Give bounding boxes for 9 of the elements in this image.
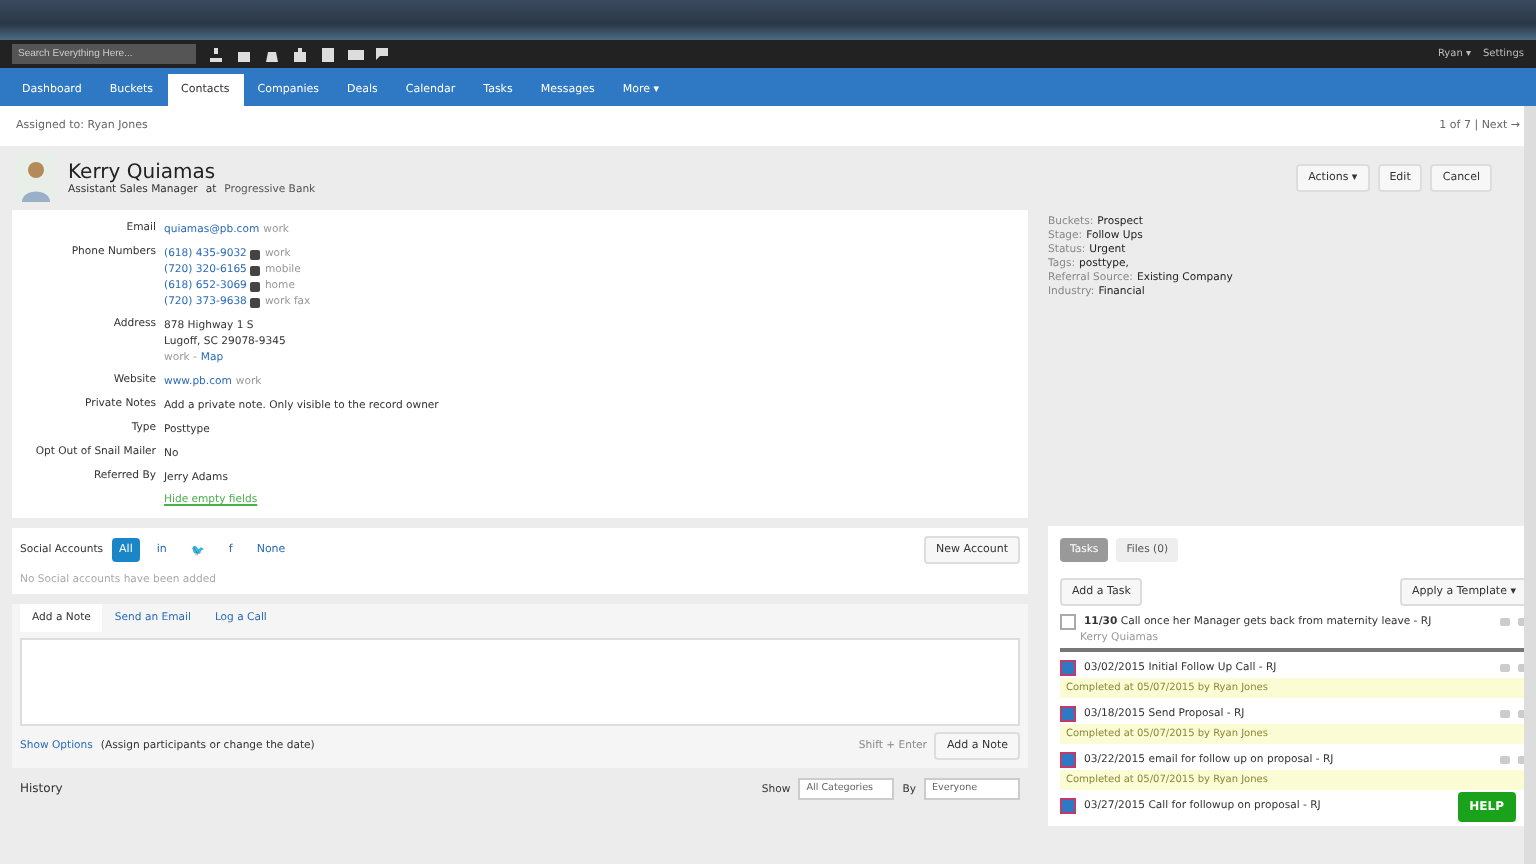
- task-checkbox[interactable]: [1060, 660, 1076, 676]
- note-field[interactable]: [20, 638, 1020, 726]
- task-checkbox[interactable]: [1060, 752, 1076, 768]
- task-checkbox[interactable]: [1060, 614, 1076, 630]
- chat-icon[interactable]: [376, 46, 392, 62]
- task-checkbox[interactable]: [1060, 706, 1076, 722]
- contact-name: Kerry Quiamas: [68, 161, 218, 183]
- briefcase-icon[interactable]: [292, 46, 308, 62]
- task-checkbox[interactable]: [1060, 798, 1076, 814]
